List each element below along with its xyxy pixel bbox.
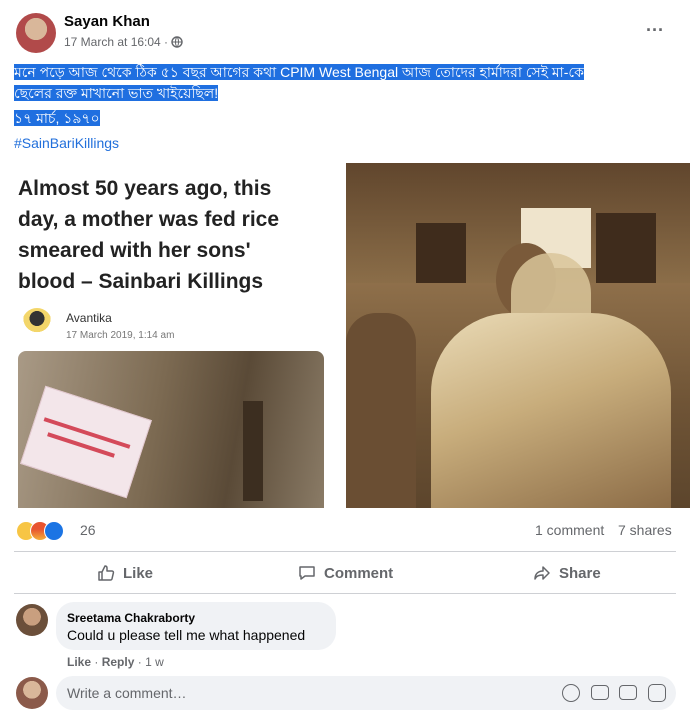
comment-button[interactable]: Comment: [298, 564, 393, 582]
article-headline: Almost 50 years ago, this day, a mother …: [18, 173, 279, 297]
comment-input[interactable]: Write a comment…: [56, 676, 676, 710]
comment-actions: Like · Reply · 1 w: [67, 655, 164, 669]
article-date: 17 March 2019, 1:14 am: [66, 330, 175, 341]
reaction-icons[interactable]: [16, 521, 76, 541]
shared-photo[interactable]: [346, 163, 690, 508]
comment-text: Could u please tell me what happened: [67, 627, 306, 643]
thumbs-up-icon: [98, 565, 115, 581]
globe-icon: [171, 36, 184, 48]
share-icon: [534, 566, 550, 580]
divider: [14, 551, 676, 552]
author-name[interactable]: Sayan Khan: [64, 13, 150, 30]
comment-input-placeholder: Write a comment…: [67, 685, 187, 701]
commenter-avatar[interactable]: [16, 604, 48, 636]
post-text-date: ১৭ মার্চ, ১৯৭০: [14, 110, 100, 126]
headline-line2: day, a mother was fed rice: [18, 208, 280, 231]
comment-reply-link[interactable]: Reply: [102, 655, 135, 669]
like-button[interactable]: Like: [97, 564, 153, 582]
headline-line3: smeared with her sons': [18, 239, 251, 262]
emoji-icon[interactable]: [562, 684, 580, 702]
divider: [14, 593, 676, 594]
sticker-icon[interactable]: [648, 684, 666, 702]
share-button[interactable]: Share: [533, 564, 601, 582]
comment-bubble: Sreetama Chakraborty Could u please tell…: [56, 602, 336, 650]
like-button-label: Like: [123, 564, 154, 582]
like-reaction-icon: [44, 521, 64, 541]
shared-article-image[interactable]: Almost 50 years ago, this day, a mother …: [0, 163, 341, 508]
my-avatar[interactable]: [16, 677, 48, 709]
reaction-count[interactable]: 26: [80, 522, 96, 538]
post-text: মনে পড়ে আজ থেকে ঠিক ৫১ বছর আগের কথা CPI…: [14, 62, 584, 129]
share-button-label: Share: [559, 564, 601, 582]
more-options-icon[interactable]: ···: [646, 20, 664, 41]
article-author: Avantika: [66, 311, 112, 325]
article-author-avatar: [22, 308, 52, 338]
camera-icon[interactable]: [591, 685, 609, 700]
author-avatar[interactable]: [16, 13, 56, 53]
commenter-name[interactable]: Sreetama Chakraborty: [67, 611, 195, 625]
post-text-line1: মনে পড়ে আজ থেকে ঠিক ৫১ বছর আগের কথা CPI…: [14, 64, 584, 80]
comment-count[interactable]: 1 comment: [535, 522, 604, 538]
comment-like-link[interactable]: Like: [67, 655, 91, 669]
comment-button-label: Comment: [324, 564, 394, 582]
headline-line1: Almost 50 years ago, this: [18, 177, 272, 200]
headline-line4: blood – Sainbari Killings: [18, 270, 264, 293]
post-timestamp[interactable]: 17 March at 16:04 ·: [64, 35, 184, 49]
post-text-line2: ছেলের রক্ত মাখানো ভাত খাইয়েছিল!: [14, 85, 219, 101]
article-photo: [18, 351, 324, 508]
share-count[interactable]: 7 shares: [618, 522, 672, 538]
comment-icon: [299, 566, 315, 580]
gif-icon[interactable]: [619, 685, 637, 700]
hashtag-link[interactable]: #SainBariKillings: [14, 135, 119, 151]
comment-time[interactable]: 1 w: [145, 655, 164, 669]
